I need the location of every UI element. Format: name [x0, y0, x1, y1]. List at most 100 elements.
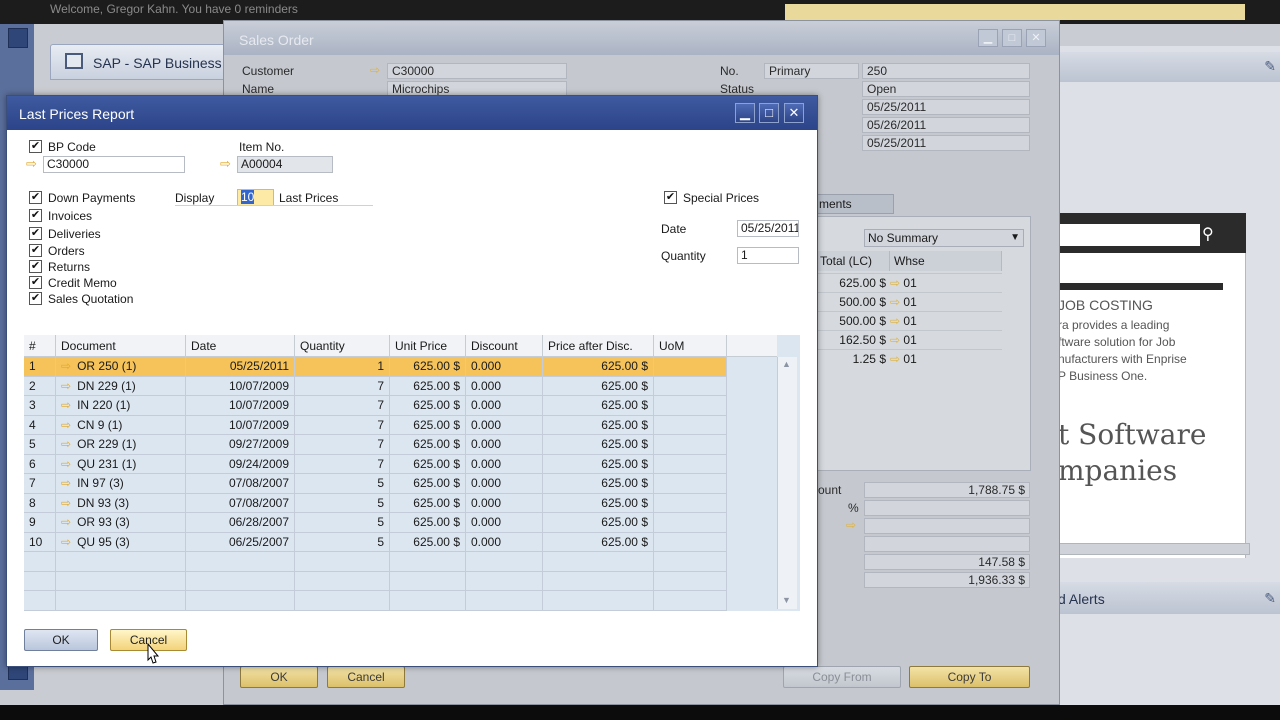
so-cancel-button[interactable]: Cancel [327, 666, 405, 688]
search-icon[interactable]: ⚲ [1202, 224, 1214, 244]
pencil-icon[interactable]: ✎ [1264, 58, 1276, 75]
close-icon[interactable]: ✕ [784, 103, 804, 123]
delivery-date-field[interactable]: 05/26/2011 [862, 117, 1030, 133]
cell-document[interactable] [56, 591, 186, 610]
rounding-field[interactable] [864, 536, 1030, 552]
table-row[interactable]: 8 ⇨ DN 93 (3) 07/08/2007 5 625.00 $ 0.000 625.0… [24, 493, 727, 513]
table-row[interactable]: 2 ⇨ DN 229 (1) 10/07/2009 7 625.00 $ 0.000 625.… [24, 376, 727, 396]
header-price-after-discount[interactable]: Price after Disc. [543, 335, 654, 357]
close-icon[interactable]: ✕ [1026, 29, 1046, 47]
cell-document[interactable]: ⇨ DN 93 (3) [56, 493, 186, 513]
golden-arrow-icon[interactable]: ⇨ [61, 359, 71, 373]
bp-code-input[interactable]: C30000 [43, 156, 185, 173]
customer-field[interactable]: C30000 [387, 63, 567, 79]
cell-unit-price-text: 625.00 $ [413, 495, 460, 510]
ok-button[interactable]: OK [24, 629, 98, 651]
header-document[interactable]: Document [56, 335, 186, 357]
tab-attachments[interactable]: ments [814, 194, 894, 214]
posting-date-field[interactable]: 05/25/2011 [862, 99, 1030, 115]
deliveries-checkbox[interactable]: ✔ [29, 227, 42, 240]
grid-row[interactable]: 500.00 $ ⇨ 01 [816, 292, 1002, 311]
header-uom[interactable]: UoM [654, 335, 727, 357]
table-row[interactable]: 1 ⇨ OR 250 (1) 05/25/2011 1 625.00 $ 0.000 625.… [24, 357, 727, 377]
summary-dropdown[interactable]: No Summary ▼ [864, 229, 1024, 247]
golden-arrow-icon[interactable]: ⇨ [846, 518, 856, 532]
copy-to-button[interactable]: Copy To [909, 666, 1030, 688]
golden-arrow-icon[interactable]: ⇨ [61, 398, 71, 412]
cell-document[interactable] [56, 571, 186, 591]
grid-row[interactable]: 162.50 $ ⇨ 01 [816, 330, 1002, 349]
returns-checkbox[interactable]: ✔ [29, 260, 42, 273]
grid-row[interactable]: 1.25 $ ⇨ 01 [816, 349, 1002, 368]
ad-search-input[interactable] [1058, 224, 1200, 246]
maximize-icon[interactable]: □ [759, 103, 779, 123]
header-unit-price[interactable]: Unit Price [390, 335, 466, 357]
display-count-input[interactable]: 10 [237, 189, 274, 206]
document-date-field[interactable]: 05/25/2011 [862, 135, 1030, 151]
table-row[interactable]: 9 ⇨ OR 93 (3) 06/28/2007 5 625.00 $ 0.000 625.0… [24, 513, 727, 533]
credit-memo-checkbox[interactable]: ✔ [29, 276, 42, 289]
golden-arrow-icon[interactable]: ⇨ [61, 457, 71, 471]
golden-arrow-icon[interactable]: ⇨ [61, 515, 71, 529]
golden-arrow-icon[interactable]: ⇨ [370, 63, 380, 77]
cell-document[interactable]: ⇨ IN 97 (3) [56, 474, 186, 493]
golden-arrow-icon[interactable]: ⇨ [61, 379, 71, 393]
down-payments-checkbox[interactable]: ✔ [29, 191, 42, 204]
cell-document[interactable]: ⇨ DN 229 (1) [56, 376, 186, 396]
cell-document[interactable]: ⇨ CN 9 (1) [56, 415, 186, 435]
cell-document[interactable]: ⇨ IN 220 (1) [56, 396, 186, 415]
toolbar-button[interactable] [8, 28, 28, 48]
golden-arrow-icon[interactable]: ⇨ [220, 156, 231, 172]
grid-row[interactable]: 625.00 $ ⇨ 01 [816, 273, 1002, 292]
grid-row[interactable]: 500.00 $ ⇨ 01 [816, 311, 1002, 330]
table-row[interactable] [24, 552, 727, 572]
table-row[interactable]: 7 ⇨ IN 97 (3) 07/08/2007 5 625.00 $ 0.000 625.0… [24, 474, 727, 494]
doc-number-field[interactable]: 250 [862, 63, 1030, 79]
minimize-icon[interactable]: ▁ [978, 29, 998, 47]
header-quantity[interactable]: Quantity [295, 335, 390, 357]
cell-document[interactable] [56, 552, 186, 571]
cell-document[interactable]: ⇨ OR 250 (1) [56, 357, 186, 376]
table-row[interactable]: 10 ⇨ QU 95 (3) 06/25/2007 5 625.00 $ 0.000 625.… [24, 532, 727, 552]
pencil-icon[interactable]: ✎ [1264, 590, 1276, 607]
table-row[interactable]: 5 ⇨ OR 229 (1) 09/27/2009 7 625.00 $ 0.000 625.… [24, 435, 727, 455]
discount-field[interactable] [864, 500, 1030, 516]
golden-arrow-icon[interactable]: ⇨ [61, 476, 71, 490]
so-ok-button[interactable]: OK [240, 666, 318, 688]
cell-document[interactable]: ⇨ QU 95 (3) [56, 532, 186, 552]
golden-arrow-icon[interactable]: ⇨ [61, 535, 71, 549]
cell-document[interactable]: ⇨ OR 229 (1) [56, 435, 186, 454]
golden-arrow-icon[interactable]: ⇨ [61, 418, 71, 432]
cell-document[interactable]: ⇨ QU 231 (1) [56, 454, 186, 474]
main-window-tab[interactable]: SAP - SAP Business One [50, 44, 252, 80]
scroll-up-icon[interactable]: ▲ [782, 359, 791, 369]
table-row[interactable]: 3 ⇨ IN 220 (1) 10/07/2009 7 625.00 $ 0.000 625.… [24, 396, 727, 416]
cell-document[interactable]: ⇨ OR 93 (3) [56, 513, 186, 532]
sales-quotation-checkbox[interactable]: ✔ [29, 292, 42, 305]
special-prices-checkbox[interactable]: ✔ [664, 191, 677, 204]
table-row[interactable]: 4 ⇨ CN 9 (1) 10/07/2009 7 625.00 $ 0.000 625.00… [24, 415, 727, 435]
bp-code-checkbox[interactable]: ✔ [29, 140, 42, 153]
item-no-input[interactable]: A00004 [237, 156, 333, 173]
vertical-scrollbar[interactable]: ▲ ▼ [777, 357, 797, 609]
golden-arrow-icon[interactable]: ⇨ [26, 156, 37, 172]
series-select[interactable]: Primary [764, 63, 859, 79]
scroll-down-icon[interactable]: ▼ [782, 595, 791, 605]
table-row[interactable] [24, 591, 727, 611]
freight-field[interactable] [864, 518, 1030, 534]
table-row[interactable] [24, 571, 727, 591]
quantity-input[interactable]: 1 [737, 247, 799, 264]
orders-checkbox[interactable]: ✔ [29, 244, 42, 257]
invoices-checkbox[interactable]: ✔ [29, 209, 42, 222]
golden-arrow-icon[interactable]: ⇨ [61, 437, 71, 451]
header-date[interactable]: Date [186, 335, 295, 357]
minimize-icon[interactable]: ▁ [735, 103, 755, 123]
table-row[interactable]: 6 ⇨ QU 231 (1) 09/24/2009 7 625.00 $ 0.000 625.… [24, 454, 727, 474]
cell-price-after-discount: 625.00 $ [543, 532, 654, 552]
golden-arrow-icon[interactable]: ⇨ [61, 496, 71, 510]
header-discount[interactable]: Discount [466, 335, 543, 357]
date-input[interactable]: 05/25/2011 [737, 220, 799, 237]
horizontal-scrollbar[interactable] [1058, 543, 1250, 555]
maximize-icon[interactable]: □ [1002, 29, 1022, 47]
copy-from-button[interactable]: Copy From [783, 666, 901, 688]
